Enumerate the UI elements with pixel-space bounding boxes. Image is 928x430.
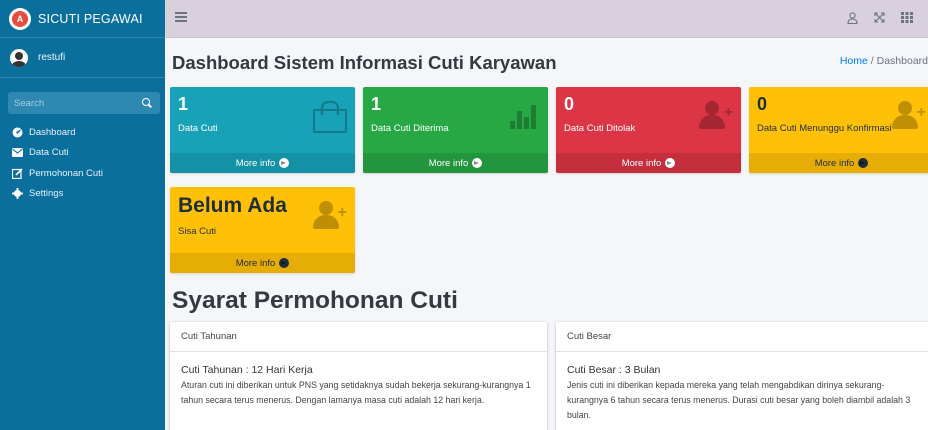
more-info-link[interactable]: More info: [749, 153, 928, 173]
sidebar-search: [8, 92, 160, 114]
dashboard-icon: [12, 127, 23, 138]
person-add-icon: +: [313, 201, 347, 231]
envelope-icon: [12, 147, 23, 158]
card-cuti-tahunan: Cuti Tahunan Cuti Tahunan : 12 Hari Kerj…: [170, 322, 547, 430]
card-text: Aturan cuti ini diberikan untuk PNS yang…: [181, 380, 531, 405]
breadcrumb-current: Dashboard: [876, 55, 928, 67]
user-icon[interactable]: [847, 12, 858, 27]
sidebar-item-label: Permohonan Cuti: [29, 167, 103, 179]
sidebar-item-label: Settings: [29, 188, 64, 200]
brand-name: SICUTI PEGAWAI: [38, 11, 143, 26]
sidebar-item-permohonan-cuti[interactable]: Permohonan Cuti: [0, 163, 165, 184]
brand-logo-letter: A: [12, 10, 28, 27]
arrow-circle-right-icon: [279, 258, 290, 268]
sidebar-item-label: Data Cuti: [29, 147, 69, 159]
more-info-link[interactable]: More info: [556, 153, 741, 173]
arrow-circle-right-icon: [472, 158, 483, 168]
sidebar-item-dashboard[interactable]: Dashboard: [0, 122, 165, 143]
more-info-label: More info: [428, 157, 469, 169]
brand-logo: A: [9, 7, 31, 30]
card-cuti-besar: Cuti Besar Cuti Besar : 3 Bulan Jenis cu…: [556, 322, 928, 430]
sidebar-item-data-cuti[interactable]: Data Cuti: [0, 143, 165, 164]
brand-link[interactable]: A SICUTI PEGAWAI: [0, 0, 165, 38]
arrow-circle-right-icon: [665, 158, 676, 168]
card-title: Cuti Tahunan : 12 Hari Kerja: [181, 364, 313, 376]
bar-chart-icon: [510, 103, 538, 129]
card-title: Cuti Besar : 3 Bulan: [567, 364, 661, 376]
stat-box-data-cuti-diterima: 1 Data Cuti Diterima More info: [363, 87, 548, 173]
breadcrumb: Home / Dashboard: [840, 55, 928, 67]
hamburger-icon[interactable]: [175, 12, 187, 22]
person-add-icon: +: [892, 101, 926, 131]
more-info-label: More info: [235, 257, 276, 269]
bag-icon: [313, 101, 347, 133]
top-navbar: [165, 0, 928, 38]
card-header: Cuti Besar: [556, 322, 928, 352]
user-name: restufi: [38, 52, 66, 63]
stat-box-sisa-cuti: Belum Ada Sisa Cuti + More info: [170, 187, 355, 273]
user-panel[interactable]: restufi: [0, 38, 165, 78]
sidebar-item-label: Dashboard: [29, 126, 76, 138]
arrow-circle-right-icon: [858, 158, 869, 168]
section-title: Syarat Permohonan Cuti: [172, 287, 458, 314]
card-text: Jenis cuti ini diberikan kepada mereka y…: [567, 380, 911, 420]
stat-box-data-cuti-ditolak: 0 Data Cuti Ditolak + More info: [556, 87, 741, 173]
more-info-link[interactable]: More info: [363, 153, 548, 173]
sidebar-item-settings[interactable]: Settings: [0, 184, 165, 205]
stat-box-data-cuti: 1 Data Cuti More info: [170, 87, 355, 173]
more-info-label: More info: [235, 157, 276, 169]
more-info-link[interactable]: More info: [170, 253, 355, 273]
more-info-link[interactable]: More info: [170, 153, 355, 173]
more-info-label: More info: [621, 157, 662, 169]
search-icon[interactable]: [142, 98, 152, 108]
search-input[interactable]: [14, 97, 134, 109]
sidebar-nav: Dashboard Data Cuti Permohonan Cuti Sett…: [0, 122, 165, 204]
expand-icon[interactable]: [874, 12, 885, 26]
arrow-circle-right-icon: [279, 158, 290, 168]
stat-box-data-cuti-menunggu: 0 Data Cuti Menunggu Konfirmasi + More i…: [749, 87, 928, 173]
more-info-label: More info: [814, 157, 855, 169]
card-header: Cuti Tahunan: [170, 322, 547, 352]
grid-icon[interactable]: [901, 12, 913, 26]
page-title: Dashboard Sistem Informasi Cuti Karyawan: [172, 52, 557, 73]
breadcrumb-home-link[interactable]: Home: [840, 55, 868, 67]
avatar: [10, 48, 28, 67]
edit-icon: [12, 168, 23, 179]
gear-icon: [12, 188, 23, 200]
breadcrumb-separator: /: [870, 55, 874, 67]
person-add-icon: +: [699, 101, 733, 131]
sidebar: A SICUTI PEGAWAI restufi Dashboard Data …: [0, 0, 165, 430]
